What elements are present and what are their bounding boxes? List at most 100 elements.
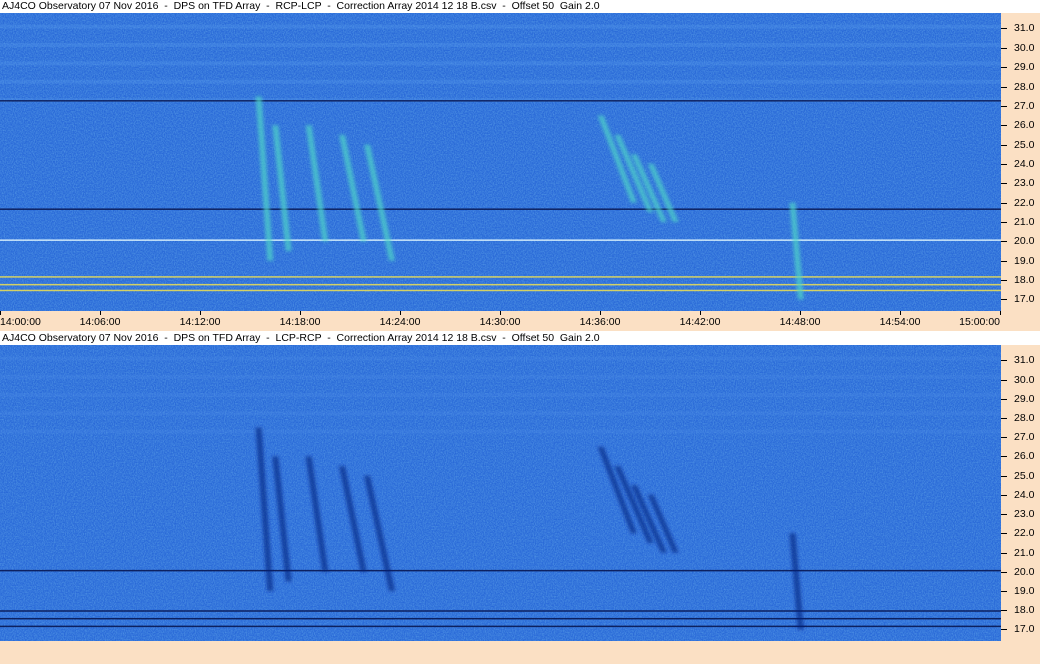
y-tick-label: 29.0: [1014, 61, 1035, 74]
x-tick-mark: [800, 311, 801, 315]
y-tick-mark: [1001, 163, 1007, 165]
x-tick-mark: [900, 311, 901, 315]
y-tick-mark: [1001, 144, 1007, 146]
y-tick-label: 17.0: [1014, 293, 1035, 306]
band-stripe: [0, 61, 1001, 66]
y-tick-mark: [1001, 86, 1007, 88]
x-tick-mark: [0, 311, 1, 315]
y-tick-mark: [1001, 260, 1007, 262]
x-tick-label: 15:00:00: [959, 316, 1000, 328]
frequency-axis-bottom: 31.0 30.0 29.0 28.0 27.0 26.0 25.0 24.0 23.0 22.0…: [1001, 345, 1040, 641]
y-tick-label: 21.0: [1014, 546, 1035, 559]
y-tick-mark: [1001, 610, 1007, 612]
x-tick-mark: [500, 311, 501, 315]
x-tick-label: 14:48:00: [779, 316, 821, 328]
x-tick-mark: [100, 311, 101, 315]
y-tick-mark: [1001, 571, 1007, 573]
y-tick-label: 28.0: [1014, 412, 1035, 425]
y-tick-mark: [1001, 398, 1007, 400]
noise-texture: [0, 13, 1001, 311]
spectrogram-svg: [0, 345, 1001, 641]
y-tick-label: 31.0: [1014, 354, 1035, 367]
y-tick-label: 24.0: [1014, 157, 1035, 170]
x-tick-mark: [200, 311, 201, 315]
y-tick-label: 21.0: [1014, 215, 1035, 228]
panel-title-rcp-lcp: AJ4CO Observatory 07 Nov 2016 - DPS on T…: [2, 0, 600, 12]
y-tick-label: 22.0: [1014, 196, 1035, 209]
x-tick-label: 14:06:00: [79, 316, 121, 328]
time-axis: 14:00:00 14:06:00 14:12:00 14:18:00 14:24:00…: [0, 311, 1040, 331]
y-tick-label: 24.0: [1014, 488, 1035, 501]
spectrogram-rcp-lcp: [0, 13, 1001, 311]
y-tick-mark: [1001, 552, 1007, 554]
x-tick-mark: [400, 311, 401, 315]
x-tick-mark: [1000, 311, 1001, 315]
interference-line: [0, 100, 1001, 102]
band-stripe: [0, 393, 1001, 398]
y-tick-label: 25.0: [1014, 138, 1035, 151]
frequency-axis-top: 31.0 30.0 29.0 28.0 27.0 26.0 25.0 24.0 23.0 22.0…: [1001, 13, 1040, 311]
y-tick-label: 26.0: [1014, 119, 1035, 132]
y-tick-label: 25.0: [1014, 469, 1035, 482]
y-tick-mark: [1001, 437, 1007, 439]
y-tick-mark: [1001, 280, 1007, 282]
y-tick-label: 28.0: [1014, 80, 1035, 93]
x-tick-label: 14:24:00: [379, 316, 421, 328]
y-tick-label: 27.0: [1014, 99, 1035, 112]
y-tick-label: 23.0: [1014, 508, 1035, 521]
band-stripe: [0, 374, 1001, 379]
y-tick-mark: [1001, 202, 1007, 204]
y-tick-mark: [1001, 105, 1007, 107]
interference-line: [0, 625, 1001, 628]
y-tick-mark: [1001, 591, 1007, 593]
y-tick-mark: [1001, 183, 1007, 185]
y-tick-mark: [1001, 125, 1007, 127]
x-tick-label: 14:00:00: [0, 316, 41, 328]
y-tick-mark: [1001, 299, 1007, 301]
y-tick-mark: [1001, 241, 1007, 243]
y-tick-label: 17.0: [1014, 623, 1035, 636]
y-tick-mark: [1001, 360, 1007, 362]
panel-title-lcp-rcp: AJ4CO Observatory 07 Nov 2016 - DPS on T…: [2, 332, 600, 344]
y-tick-label: 29.0: [1014, 392, 1035, 405]
y-tick-mark: [1001, 418, 1007, 420]
y-tick-mark: [1001, 514, 1007, 516]
spectrogram-lcp-rcp: [0, 345, 1001, 641]
interference-line: [0, 617, 1001, 620]
y-tick-label: 20.0: [1014, 235, 1035, 248]
band-stripe: [0, 356, 1001, 361]
interference-line: [0, 289, 1001, 292]
y-tick-mark: [1001, 28, 1007, 30]
y-tick-mark: [1001, 494, 1007, 496]
interference-line: [0, 239, 1001, 241]
y-tick-label: 30.0: [1014, 373, 1035, 386]
y-tick-label: 23.0: [1014, 177, 1035, 190]
x-tick-label: 14:42:00: [679, 316, 721, 328]
x-tick-label: 14:36:00: [579, 316, 621, 328]
y-tick-mark: [1001, 629, 1007, 631]
x-tick-label: 14:12:00: [179, 316, 221, 328]
y-tick-label: 30.0: [1014, 41, 1035, 54]
interference-line: [0, 610, 1001, 612]
y-tick-label: 18.0: [1014, 274, 1035, 287]
y-tick-label: 19.0: [1014, 585, 1035, 598]
x-tick-label: 14:30:00: [479, 316, 521, 328]
interference-line: [0, 208, 1001, 210]
x-tick-mark: [300, 311, 301, 315]
x-tick-label: 14:18:00: [279, 316, 321, 328]
y-tick-mark: [1001, 47, 1007, 49]
band-stripe: [0, 42, 1001, 47]
y-tick-label: 19.0: [1014, 254, 1035, 267]
y-tick-label: 27.0: [1014, 431, 1035, 444]
spectrogram-svg: [0, 13, 1001, 311]
y-tick-label: 26.0: [1014, 450, 1035, 463]
interference-line: [0, 276, 1001, 278]
y-tick-mark: [1001, 533, 1007, 535]
y-tick-mark: [1001, 475, 1007, 477]
x-tick-mark: [600, 311, 601, 315]
band-stripe: [0, 24, 1001, 29]
band-stripe: [0, 429, 1001, 434]
y-tick-label: 22.0: [1014, 527, 1035, 540]
y-tick-label: 31.0: [1014, 22, 1035, 35]
x-tick-label: 14:54:00: [879, 316, 921, 328]
